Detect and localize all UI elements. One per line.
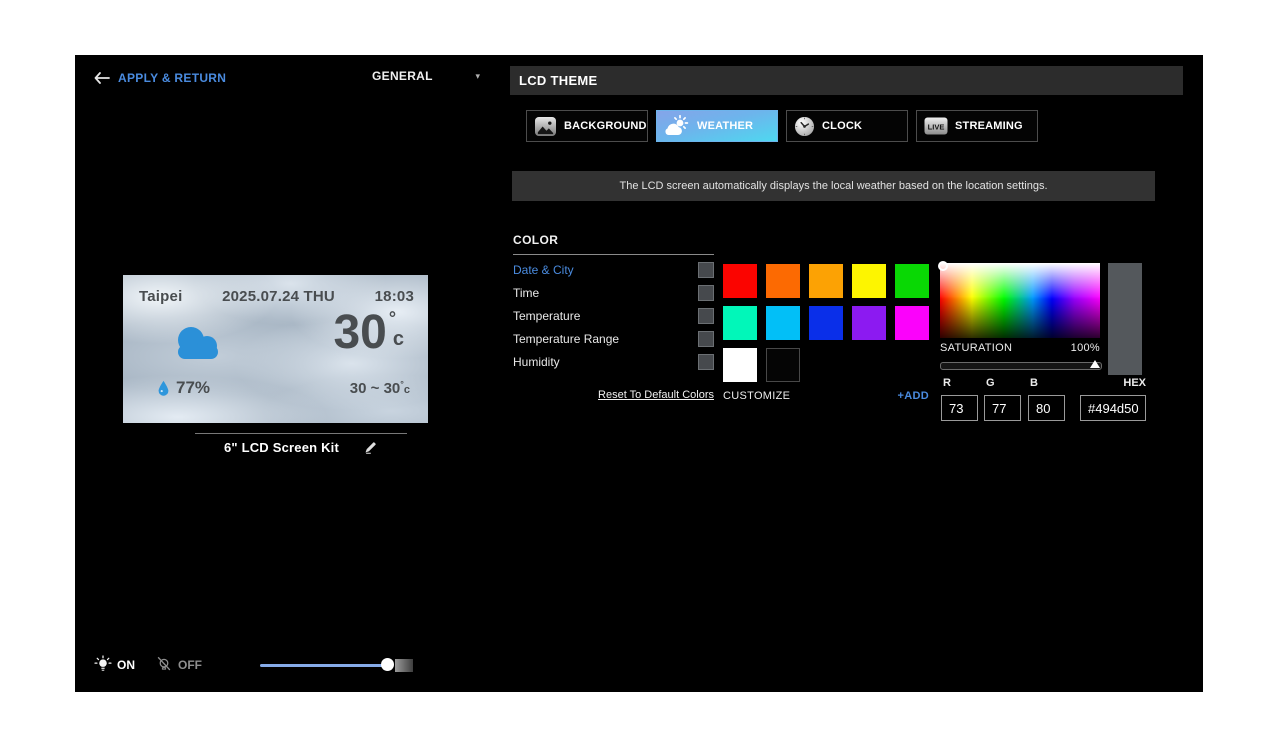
palette-swatch[interactable] [852,264,886,298]
customize-label: CUSTOMIZE [723,390,790,402]
backlight-on-label: ON [117,658,135,672]
current-color-preview [1108,263,1142,375]
b-label: B [1030,377,1038,389]
backlight-off-button[interactable]: OFF [155,655,202,674]
color-item-swatch[interactable] [698,308,714,324]
color-item[interactable]: Temperature Range [513,327,714,350]
backlight-off-label: OFF [178,658,202,672]
bulb-off-icon [155,655,173,674]
color-item[interactable]: Humidity [513,350,714,373]
color-item[interactable]: Date & City [513,258,714,281]
palette-section: CUSTOMIZE +ADD [723,264,929,402]
edit-pencil-icon[interactable] [363,440,378,455]
palette-swatch[interactable] [895,306,929,340]
range-unit: c [404,384,410,396]
image-icon [534,116,557,137]
saturation-slider-thumb[interactable] [1090,360,1100,368]
tab-label: CLOCK [822,120,862,132]
color-item[interactable]: Time [513,281,714,304]
palette-swatch[interactable] [723,306,757,340]
temp-unit: c [393,329,404,349]
color-item-swatch[interactable] [698,354,714,370]
lcd-preview: Taipei 2025.07.24 THU 18:03 30 ° c 77% [123,275,428,423]
tab-background[interactable]: BACKGROUND [526,110,648,142]
r-input[interactable] [941,395,978,421]
preview-date: 2025.07.24 THU [222,288,335,305]
palette-swatch[interactable] [766,306,800,340]
live-badge-icon: LIVE [924,117,948,135]
palette-swatch[interactable] [766,264,800,298]
bulb-on-icon [94,655,112,674]
preview-humidity: 77% [176,378,210,398]
lcd-config-panel: APPLY & RETURN GENERAL ▾ LCD THEME BACKG… [75,55,1203,692]
tab-label: WEATHER [697,120,753,132]
preview-time: 18:03 [375,288,414,305]
tab-clock[interactable]: CLOCK [786,110,908,142]
reset-default-colors-link[interactable]: Reset To Default Colors [598,389,714,401]
color-item-swatch[interactable] [698,262,714,278]
preview-temperature: 30 [333,309,386,357]
chevron-down-icon: ▾ [475,71,480,82]
preview-temp-range: 30 ~ 30 [350,380,400,397]
color-item-swatch[interactable] [698,285,714,301]
brightness-slider-thumb[interactable] [381,658,394,671]
add-color-button[interactable]: +ADD [898,390,929,402]
saturation-label: SATURATION [940,342,1012,354]
g-input[interactable] [984,395,1021,421]
back-arrow-icon [94,72,110,84]
palette-swatch[interactable] [723,348,757,382]
apply-return-label: APPLY & RETURN [118,71,226,85]
custom-color-slot[interactable] [766,348,800,382]
brightness-slider-track[interactable] [260,664,387,667]
color-item-list: Date & City Time Temperature Temperature Ra… [513,258,714,373]
color-item-swatch[interactable] [698,331,714,347]
palette-swatch[interactable] [895,264,929,298]
hue-cursor[interactable] [938,261,948,271]
color-item-label: Date & City [513,263,574,277]
palette-swatch[interactable] [809,306,843,340]
page-title: LCD THEME [510,66,1183,95]
theme-tabs: BACKGROUND WEATHER CLOCK LIVE STREAMING [526,110,1038,142]
hex-input[interactable] [1080,395,1146,421]
apply-return-button[interactable]: APPLY & RETURN [94,71,226,85]
device-name-row: 6" LCD Screen Kit [195,433,407,455]
tab-label: STREAMING [955,120,1023,132]
backlight-on-button[interactable]: ON [94,655,135,674]
brightness-slider-end-block [395,659,413,672]
palette-swatch[interactable] [852,306,886,340]
device-name: 6" LCD Screen Kit [224,440,339,455]
color-item-label: Temperature [513,309,580,323]
palette-swatch[interactable] [723,264,757,298]
color-item[interactable]: Temperature [513,304,714,327]
color-section: COLOR Date & City Time Temperature Temperat… [513,233,714,403]
saturation-value: 100% [1071,342,1100,354]
r-label: R [943,377,951,389]
palette-swatch[interactable] [809,264,843,298]
hue-gradient-picker[interactable] [940,263,1100,338]
mode-dropdown-value: GENERAL [372,69,433,83]
preview-city: Taipei [139,288,182,305]
tab-streaming[interactable]: LIVE STREAMING [916,110,1038,142]
tab-weather[interactable]: WEATHER [656,110,778,142]
weather-notice: The LCD screen automatically displays th… [512,171,1155,201]
color-section-title: COLOR [513,233,714,255]
weather-sun-cloud-icon [664,115,690,137]
color-item-label: Temperature Range [513,332,619,346]
brightness-slider[interactable] [260,657,413,673]
color-item-label: Humidity [513,355,560,369]
g-label: G [986,377,995,389]
tab-label: BACKGROUND [564,120,647,132]
clock-icon [794,116,815,137]
degree-symbol: ° [389,310,396,326]
mode-dropdown[interactable]: GENERAL ▾ [372,69,480,83]
cloud-icon [165,321,229,372]
saturation-slider[interactable] [940,362,1102,370]
color-item-label: Time [513,286,539,300]
hex-label: HEX [1080,377,1146,389]
svg-text:LIVE: LIVE [928,123,945,132]
b-input[interactable] [1028,395,1065,421]
droplet-icon [157,380,170,396]
color-palette [723,264,929,382]
